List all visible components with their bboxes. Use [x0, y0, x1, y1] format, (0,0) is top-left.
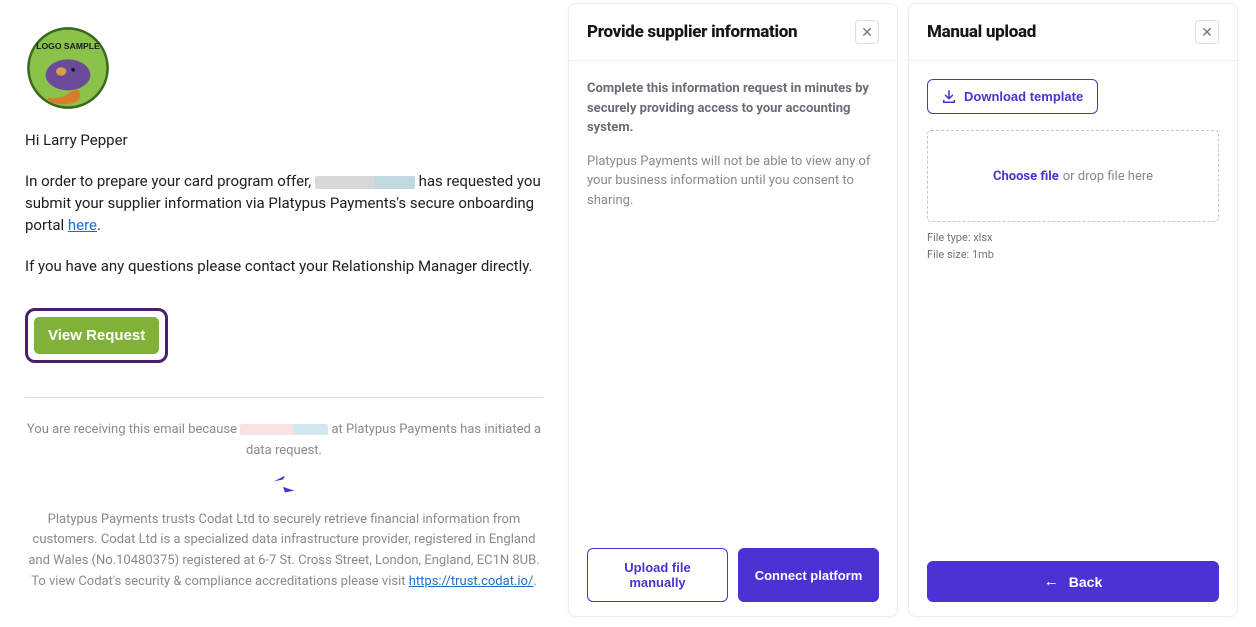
card-body: Download template Choose file or drop fi…: [909, 61, 1237, 547]
close-icon: ✕: [1201, 24, 1213, 41]
card-body: Complete this information request in min…: [569, 61, 897, 534]
arrow-left-icon: ←: [1044, 573, 1059, 590]
close-button[interactable]: ✕: [855, 20, 879, 44]
choose-file-link[interactable]: Choose file: [993, 169, 1059, 184]
view-request-highlight: View Request: [25, 308, 168, 363]
email-footer: You are receiving this email because at …: [25, 420, 543, 593]
download-icon: [942, 90, 956, 104]
email-body-prefix: In order to prepare your card program of…: [25, 172, 315, 190]
file-constraints: File type: xlsx File size: 1mb: [927, 230, 1219, 263]
email-greeting: Hi Larry Pepper: [25, 131, 543, 149]
email-divider: [25, 397, 543, 398]
card-title: Provide supplier information: [587, 22, 797, 42]
email-preview: LOGO SAMPLE Hi Larry Pepper In order to …: [0, 0, 568, 603]
info-text: Platypus Payments will not be able to vi…: [587, 152, 879, 211]
card-footer: Upload file manually Connect platform: [569, 534, 897, 616]
file-size-info: File size: 1mb: [927, 247, 1219, 264]
download-template-button[interactable]: Download template: [927, 79, 1098, 114]
card-title: Manual upload: [927, 22, 1036, 42]
email-questions: If you have any questions please contact…: [25, 256, 543, 278]
upload-file-manually-button[interactable]: Upload file manually: [587, 548, 728, 602]
trust-codat-link[interactable]: https://trust.codat.io/: [409, 574, 534, 589]
logo-sample-icon: LOGO SAMPLE: [25, 25, 111, 111]
download-template-label: Download template: [964, 89, 1083, 104]
redacted-sender: [240, 424, 328, 435]
connect-platform-button[interactable]: Connect platform: [738, 548, 879, 602]
footer-line1-prefix: You are receiving this email because: [27, 422, 240, 437]
card-header: Provide supplier information ✕: [569, 4, 897, 61]
close-button[interactable]: ✕: [1195, 20, 1219, 44]
card-header: Manual upload ✕: [909, 4, 1237, 61]
onboarding-here-link[interactable]: here: [68, 216, 97, 234]
drop-hint: or drop file here: [1063, 169, 1153, 184]
codat-logo-icon: [270, 472, 298, 496]
close-icon: ✕: [861, 24, 873, 41]
card-footer: ← Back: [909, 547, 1237, 616]
info-bold-text: Complete this information request in min…: [587, 79, 879, 138]
svg-text:LOGO SAMPLE: LOGO SAMPLE: [36, 41, 100, 51]
file-dropzone[interactable]: Choose file or drop file here: [927, 130, 1219, 222]
redacted-name: [315, 176, 415, 189]
provide-supplier-card: Provide supplier information ✕ Complete …: [568, 3, 898, 617]
email-body-paragraph: In order to prepare your card program of…: [25, 171, 543, 236]
back-label: Back: [1069, 574, 1102, 590]
back-button[interactable]: ← Back: [927, 561, 1219, 602]
view-request-button[interactable]: View Request: [34, 317, 159, 354]
manual-upload-card: Manual upload ✕ Download template Choose…: [908, 3, 1238, 617]
file-type-info: File type: xlsx: [927, 230, 1219, 247]
